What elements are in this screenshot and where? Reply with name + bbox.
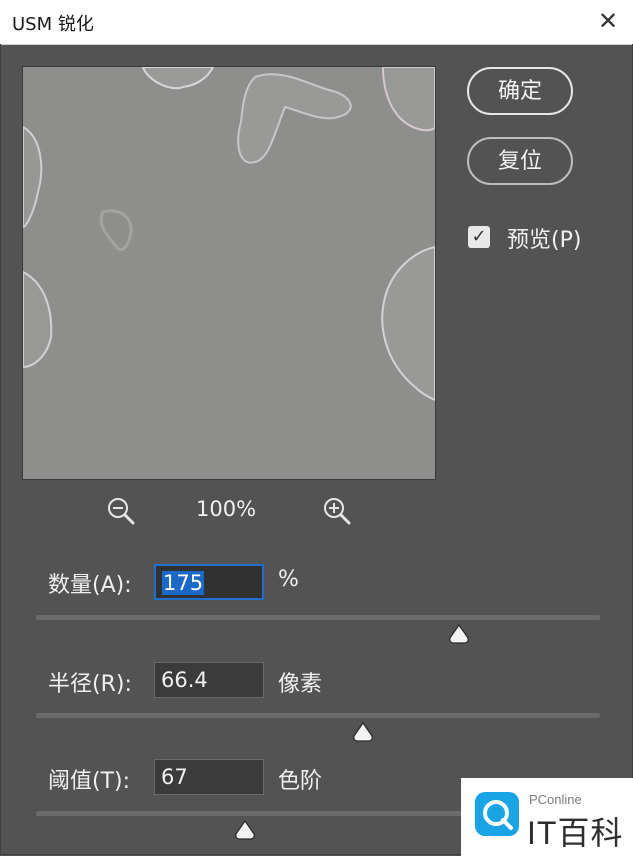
close-icon[interactable]: ✕: [593, 6, 623, 36]
threshold-slider-thumb[interactable]: [234, 820, 256, 840]
zoom-out-icon[interactable]: [106, 496, 136, 526]
radius-input[interactable]: 66.4: [154, 662, 264, 698]
preview-checkbox-label[interactable]: 预览(P): [507, 222, 581, 254]
reset-button[interactable]: 复位: [467, 137, 573, 185]
radius-label: 半径(R):: [48, 672, 132, 697]
window-title: USM 锐化: [12, 14, 94, 35]
radius-slider-thumb[interactable]: [352, 722, 374, 742]
zoom-level: 100%: [196, 497, 257, 521]
title-bar: USM 锐化 ✕: [0, 0, 633, 45]
amount-slider-thumb[interactable]: [448, 624, 470, 644]
amount-unit: %: [278, 567, 299, 592]
sharpen-preview[interactable]: [22, 66, 436, 480]
amount-value: 175: [162, 571, 205, 595]
watermark-small-text: PConline: [529, 792, 582, 807]
threshold-label: 阈值(T):: [48, 769, 131, 794]
radius-slider-track[interactable]: [36, 713, 600, 718]
amount-label: 数量(A):: [48, 573, 132, 598]
threshold-input[interactable]: 67: [154, 759, 264, 795]
preview-image: [23, 67, 435, 479]
amount-slider-track[interactable]: [36, 615, 600, 620]
radius-unit: 像素: [278, 672, 323, 697]
ok-button[interactable]: 确定: [467, 67, 573, 115]
watermark-big-text: IT百科: [527, 815, 624, 851]
preview-checkbox[interactable]: ✓: [468, 226, 490, 248]
checkmark-icon: ✓: [471, 226, 487, 247]
amount-input[interactable]: 175: [154, 564, 264, 600]
pconline-logo-icon: [475, 792, 519, 836]
threshold-unit: 色阶: [278, 769, 323, 794]
zoom-in-icon[interactable]: [322, 496, 352, 526]
watermark: PConline IT百科: [461, 778, 633, 856]
